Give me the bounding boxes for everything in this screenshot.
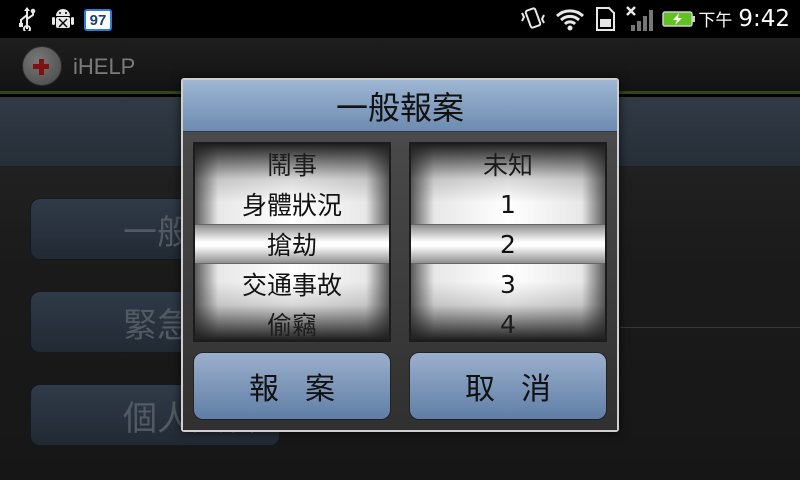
clock-ampm: 下午 bbox=[698, 11, 733, 31]
dialog-body: 鬧事 身體狀況 搶劫 交通事故 偷竊 未知 1 2 3 4 報案 取消 bbox=[183, 132, 617, 430]
battery-badge-icon: 97 bbox=[84, 9, 112, 31]
picker-item[interactable]: 身體狀況 bbox=[195, 184, 389, 224]
picker-item[interactable]: 偷竊 bbox=[195, 304, 389, 340]
dialog-title: 一般報案 bbox=[183, 80, 617, 132]
no-signal-icon bbox=[624, 6, 658, 32]
wifi-icon bbox=[554, 6, 586, 32]
android-debug-icon bbox=[50, 6, 76, 32]
picker-item[interactable]: 交通事故 bbox=[195, 264, 389, 304]
incident-type-picker[interactable]: 鬧事 身體狀況 搶劫 交通事故 偷竊 bbox=[193, 142, 391, 342]
picker-item[interactable]: 1 bbox=[411, 184, 605, 224]
general-report-dialog: 一般報案 鬧事 身體狀況 搶劫 交通事故 偷竊 未知 1 2 3 4 報案 取消 bbox=[181, 78, 619, 432]
count-picker[interactable]: 未知 1 2 3 4 bbox=[409, 142, 607, 342]
picker-item[interactable]: 3 bbox=[411, 264, 605, 304]
picker-item[interactable]: 4 bbox=[411, 304, 605, 340]
usb-icon bbox=[14, 6, 40, 32]
status-bar: 97 下午 9:42 bbox=[0, 0, 800, 38]
picker-item[interactable]: 未知 bbox=[411, 144, 605, 184]
vibrate-icon bbox=[518, 6, 548, 32]
picker-item-selected[interactable]: 2 bbox=[411, 224, 605, 264]
report-button[interactable]: 報案 bbox=[193, 352, 391, 420]
clock-time: 9:42 bbox=[738, 6, 790, 32]
clock: 下午 9:42 bbox=[698, 6, 790, 34]
picker-item[interactable]: 鬧事 bbox=[195, 144, 389, 184]
battery-badge-value: 97 bbox=[89, 11, 107, 29]
sd-card-icon bbox=[592, 6, 618, 32]
battery-charging-icon bbox=[662, 6, 696, 32]
cancel-button[interactable]: 取消 bbox=[409, 352, 607, 420]
picker-item-selected[interactable]: 搶劫 bbox=[195, 224, 389, 264]
